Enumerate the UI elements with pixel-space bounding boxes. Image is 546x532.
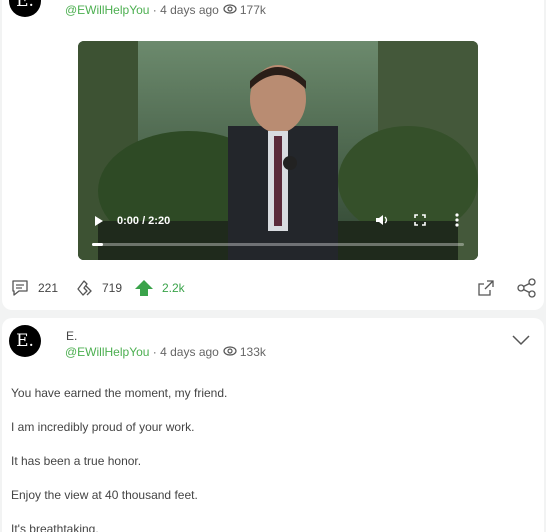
author-handle[interactable]: @EWillHelpYou [65, 3, 149, 17]
share-button[interactable] [476, 278, 496, 298]
post-actions: 221 719 2.2k [10, 278, 540, 300]
view-count: 133k [239, 345, 266, 359]
post-body: You have earned the moment, my friend. I… [11, 376, 227, 532]
video-progress-bar[interactable] [92, 243, 464, 246]
avatar[interactable]: E. [9, 325, 41, 357]
post-meta: @EWillHelpYou · 4 days ago 133k [65, 345, 266, 359]
recast-icon [77, 280, 92, 296]
video-player[interactable]: 0:00 / 2:20 [78, 41, 478, 260]
video-time: 0:00 / 2:20 [117, 215, 171, 227]
post-line: I am incredibly proud of your work. [11, 420, 195, 434]
play-icon[interactable] [94, 215, 104, 230]
upvote-icon [135, 280, 153, 296]
chevron-down-icon[interactable] [520, 0, 536, 6]
upvote-button[interactable]: 2.2k [134, 278, 185, 298]
comment-count: 221 [38, 281, 59, 295]
post-line: Enjoy the view at 40 thousand feet. [11, 488, 198, 502]
upvote-count: 2.2k [162, 281, 185, 295]
link-icon [517, 278, 536, 298]
post-card: E. E. @EWillHelpYou · 4 days ago 133k Yo… [2, 318, 544, 532]
post-line: It's breathtaking. [11, 522, 99, 532]
view-count: 177k [239, 3, 266, 17]
meta-separator: · [149, 3, 161, 17]
link-button[interactable] [516, 278, 538, 298]
author-name[interactable]: E. [66, 329, 77, 343]
video-progress-fill [92, 243, 104, 246]
eye-icon [223, 345, 237, 359]
post-card: E. @EWillHelpYou · 4 days ago 177k 0:00 … [2, 0, 544, 310]
eye-icon [223, 3, 237, 17]
avatar[interactable]: E. [9, 0, 41, 17]
post-age: 4 days ago [160, 345, 219, 359]
more-icon[interactable] [455, 213, 459, 230]
recast-count: 719 [102, 281, 123, 295]
share-icon [478, 280, 494, 296]
post-line: It has been a true honor. [11, 454, 142, 468]
meta-separator: · [149, 345, 161, 359]
post-age: 4 days ago [160, 3, 219, 17]
post-line: You have earned the moment, my friend. [11, 386, 228, 400]
volume-icon[interactable] [375, 214, 389, 229]
comment-button[interactable]: 221 [10, 278, 58, 298]
author-handle[interactable]: @EWillHelpYou [65, 345, 149, 359]
comment-icon [12, 280, 28, 296]
chevron-down-icon[interactable] [512, 333, 530, 351]
post-meta: @EWillHelpYou · 4 days ago 177k [65, 3, 266, 17]
fullscreen-icon[interactable] [414, 214, 426, 229]
recast-button[interactable]: 719 [74, 278, 122, 298]
